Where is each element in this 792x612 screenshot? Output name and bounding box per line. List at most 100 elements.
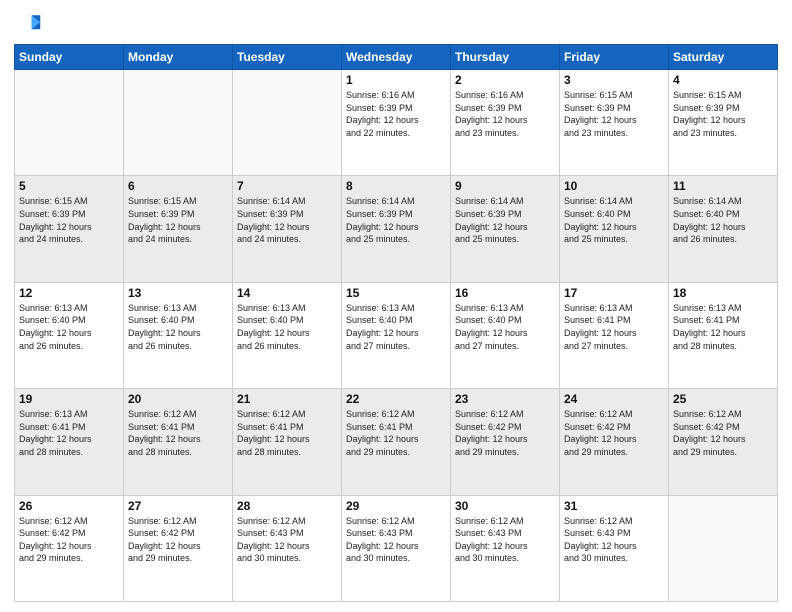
day-info: Sunrise: 6:12 AMSunset: 6:41 PMDaylight:… (346, 408, 446, 458)
day-info: Sunrise: 6:14 AMSunset: 6:39 PMDaylight:… (455, 195, 555, 245)
day-info: Sunrise: 6:12 AMSunset: 6:42 PMDaylight:… (673, 408, 773, 458)
day-number: 17 (564, 286, 664, 300)
weekday-header-friday: Friday (560, 45, 669, 70)
calendar-cell: 2Sunrise: 6:16 AMSunset: 6:39 PMDaylight… (451, 70, 560, 176)
day-info: Sunrise: 6:13 AMSunset: 6:40 PMDaylight:… (128, 302, 228, 352)
day-number: 18 (673, 286, 773, 300)
day-info: Sunrise: 6:12 AMSunset: 6:42 PMDaylight:… (128, 515, 228, 565)
day-number: 1 (346, 73, 446, 87)
day-info: Sunrise: 6:14 AMSunset: 6:39 PMDaylight:… (346, 195, 446, 245)
week-row-2: 5 Sunrise: 6:15 AMSunset: 6:39 PMDaylight… (15, 176, 778, 282)
day-number: 20 (128, 392, 228, 406)
calendar-cell: 23 Sunrise: 6:12 AMSunset: 6:42 PMDayligh… (451, 389, 560, 495)
day-info: Sunrise: 6:12 AMSunset: 6:42 PMDaylight:… (564, 408, 664, 458)
weekday-header-saturday: Saturday (669, 45, 778, 70)
day-number: 19 (19, 392, 119, 406)
calendar-cell: 26Sunrise: 6:12 AMSunset: 6:42 PMDayligh… (15, 495, 124, 601)
day-info: Sunrise: 6:14 AMSunset: 6:40 PMDaylight:… (673, 195, 773, 245)
calendar-cell: 14 Sunrise: 6:13 AMSunset: 6:40 PMDayligh… (233, 282, 342, 388)
calendar-cell: 20 Sunrise: 6:12 AMSunset: 6:41 PMDayligh… (124, 389, 233, 495)
calendar-cell: 24 Sunrise: 6:12 AMSunset: 6:42 PMDayligh… (560, 389, 669, 495)
day-number: 13 (128, 286, 228, 300)
day-number: 9 (455, 179, 555, 193)
day-number: 15 (346, 286, 446, 300)
day-number: 7 (237, 179, 337, 193)
day-number: 28 (237, 499, 337, 513)
weekday-header-monday: Monday (124, 45, 233, 70)
calendar-cell: 5 Sunrise: 6:15 AMSunset: 6:39 PMDaylight… (15, 176, 124, 282)
day-number: 23 (455, 392, 555, 406)
day-info: Sunrise: 6:13 AMSunset: 6:41 PMDaylight:… (673, 302, 773, 352)
day-number: 6 (128, 179, 228, 193)
day-number: 3 (564, 73, 664, 87)
day-number: 24 (564, 392, 664, 406)
calendar-cell: 25 Sunrise: 6:12 AMSunset: 6:42 PMDayligh… (669, 389, 778, 495)
day-number: 25 (673, 392, 773, 406)
day-info: Sunrise: 6:15 AMSunset: 6:39 PMDaylight:… (673, 89, 773, 139)
calendar-cell: 27 Sunrise: 6:12 AMSunset: 6:42 PMDayligh… (124, 495, 233, 601)
day-info: Sunrise: 6:13 AMSunset: 6:40 PMDaylight:… (19, 302, 119, 352)
calendar-cell: 22Sunrise: 6:12 AMSunset: 6:41 PMDayligh… (342, 389, 451, 495)
calendar-cell: 4 Sunrise: 6:15 AMSunset: 6:39 PMDaylight… (669, 70, 778, 176)
day-number: 31 (564, 499, 664, 513)
calendar-cell: 31 Sunrise: 6:12 AMSunset: 6:43 PMDayligh… (560, 495, 669, 601)
calendar-cell: 15 Sunrise: 6:13 AMSunset: 6:40 PMDayligh… (342, 282, 451, 388)
calendar-cell: 6Sunrise: 6:15 AMSunset: 6:39 PMDaylight… (124, 176, 233, 282)
calendar-body: 1 Sunrise: 6:16 AMSunset: 6:39 PMDaylight… (15, 70, 778, 602)
day-info: Sunrise: 6:13 AMSunset: 6:40 PMDaylight:… (237, 302, 337, 352)
week-row-5: 26 Sunrise: 6:12 AMSunset: 6:42 PMDayligh… (15, 495, 778, 601)
calendar-cell: 1 Sunrise: 6:16 AMSunset: 6:39 PMDaylight… (342, 70, 451, 176)
calendar-cell: 28Sunrise: 6:12 AMSunset: 6:43 PMDayligh… (233, 495, 342, 601)
day-info: Sunrise: 6:12 AMSunset: 6:43 PMDaylight:… (346, 515, 446, 565)
weekday-header-tuesday: Tuesday (233, 45, 342, 70)
day-info: Sunrise: 6:13 AMSunset: 6:41 PMDaylight:… (564, 302, 664, 352)
calendar-table: SundayMondayTuesdayWednesdayThursdayFrid… (14, 44, 778, 602)
day-number: 14 (237, 286, 337, 300)
day-info: Sunrise: 6:12 AMSunset: 6:43 PMDaylight:… (564, 515, 664, 565)
weekday-header-wednesday: Wednesday (342, 45, 451, 70)
day-number: 16 (455, 286, 555, 300)
logo (14, 10, 46, 38)
day-number: 27 (128, 499, 228, 513)
calendar-cell: 7 Sunrise: 6:14 AMSunset: 6:39 PMDaylight… (233, 176, 342, 282)
calendar-cell: 30Sunrise: 6:12 AMSunset: 6:43 PMDayligh… (451, 495, 560, 601)
day-info: Sunrise: 6:16 AMSunset: 6:39 PMDaylight:… (346, 89, 446, 139)
day-info: Sunrise: 6:12 AMSunset: 6:41 PMDaylight:… (237, 408, 337, 458)
calendar-cell: 8 Sunrise: 6:14 AMSunset: 6:39 PMDaylight… (342, 176, 451, 282)
day-info: Sunrise: 6:13 AMSunset: 6:41 PMDaylight:… (19, 408, 119, 458)
day-info: Sunrise: 6:15 AMSunset: 6:39 PMDaylight:… (19, 195, 119, 245)
weekday-header-thursday: Thursday (451, 45, 560, 70)
day-info: Sunrise: 6:13 AMSunset: 6:40 PMDaylight:… (346, 302, 446, 352)
day-number: 26 (19, 499, 119, 513)
week-row-3: 12 Sunrise: 6:13 AMSunset: 6:40 PMDayligh… (15, 282, 778, 388)
header (14, 10, 778, 38)
day-info: Sunrise: 6:14 AMSunset: 6:39 PMDaylight:… (237, 195, 337, 245)
day-number: 12 (19, 286, 119, 300)
day-info: Sunrise: 6:14 AMSunset: 6:40 PMDaylight:… (564, 195, 664, 245)
day-info: Sunrise: 6:12 AMSunset: 6:43 PMDaylight:… (455, 515, 555, 565)
weekday-header-row: SundayMondayTuesdayWednesdayThursdayFrid… (15, 45, 778, 70)
day-info: Sunrise: 6:12 AMSunset: 6:42 PMDaylight:… (455, 408, 555, 458)
day-number: 8 (346, 179, 446, 193)
calendar-cell: 18 Sunrise: 6:13 AMSunset: 6:41 PMDayligh… (669, 282, 778, 388)
day-number: 4 (673, 73, 773, 87)
day-info: Sunrise: 6:12 AMSunset: 6:41 PMDaylight:… (128, 408, 228, 458)
day-number: 21 (237, 392, 337, 406)
calendar-cell: 9 Sunrise: 6:14 AMSunset: 6:39 PMDaylight… (451, 176, 560, 282)
calendar-cell: 19 Sunrise: 6:13 AMSunset: 6:41 PMDayligh… (15, 389, 124, 495)
logo-icon (14, 10, 42, 38)
weekday-header-sunday: Sunday (15, 45, 124, 70)
day-number: 11 (673, 179, 773, 193)
calendar-cell: 21 Sunrise: 6:12 AMSunset: 6:41 PMDayligh… (233, 389, 342, 495)
calendar-cell: 17 Sunrise: 6:13 AMSunset: 6:41 PMDayligh… (560, 282, 669, 388)
day-number: 29 (346, 499, 446, 513)
day-info: Sunrise: 6:15 AMSunset: 6:39 PMDaylight:… (564, 89, 664, 139)
calendar-cell: 11 Sunrise: 6:14 AMSunset: 6:40 PMDayligh… (669, 176, 778, 282)
calendar-cell: 13 Sunrise: 6:13 AMSunset: 6:40 PMDayligh… (124, 282, 233, 388)
calendar-cell: 3 Sunrise: 6:15 AMSunset: 6:39 PMDaylight… (560, 70, 669, 176)
calendar-cell (669, 495, 778, 601)
day-number: 5 (19, 179, 119, 193)
calendar-header: SundayMondayTuesdayWednesdayThursdayFrid… (15, 45, 778, 70)
week-row-1: 1 Sunrise: 6:16 AMSunset: 6:39 PMDaylight… (15, 70, 778, 176)
page: SundayMondayTuesdayWednesdayThursdayFrid… (0, 0, 792, 612)
